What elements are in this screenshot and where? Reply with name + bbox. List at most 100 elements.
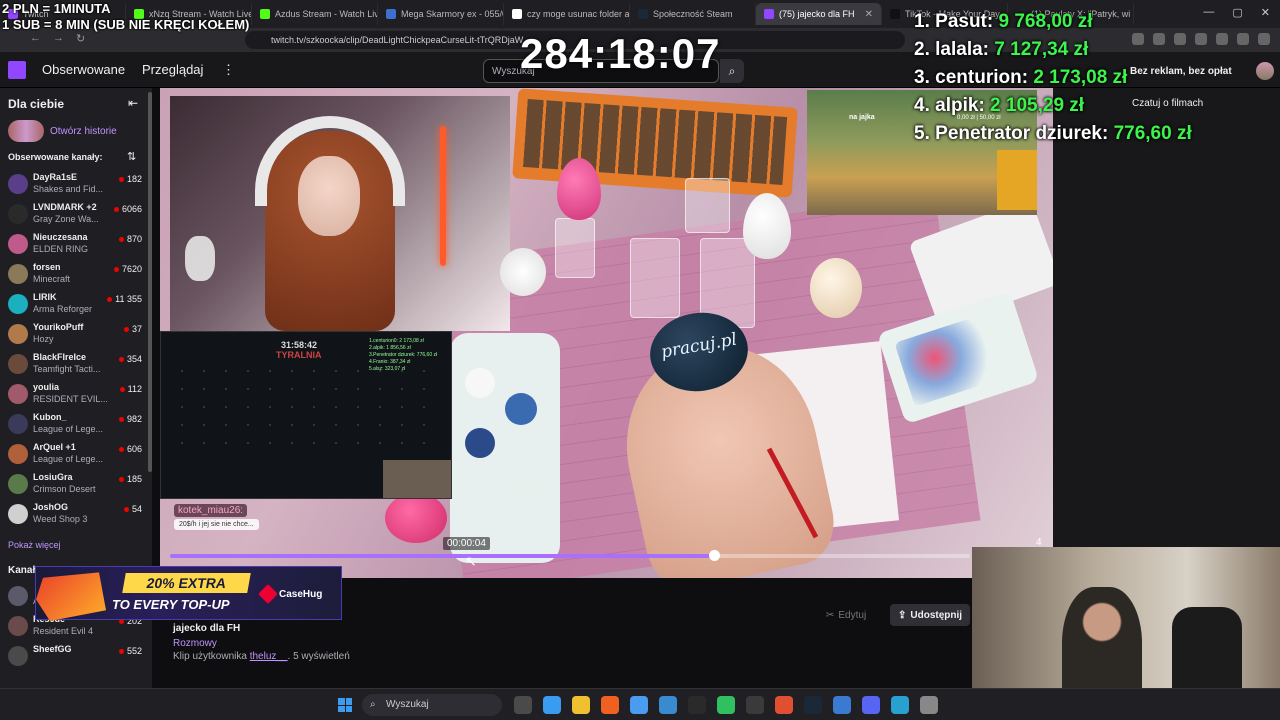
twitch-logo-icon[interactable]: [8, 61, 26, 79]
nav-browse[interactable]: Przeglądaj: [142, 62, 203, 77]
extension-icon[interactable]: [1237, 33, 1249, 45]
paint-well: [465, 428, 495, 458]
video-player[interactable]: pracuj.pl 31:58:42 TYRALNIA 1.centurion0…: [160, 88, 1053, 578]
pink-egg-small: [385, 493, 447, 543]
channel-game: Hozy: [33, 334, 54, 344]
minigame-train: [997, 150, 1037, 210]
chat-message: 20$/h i jej sie nie chce...: [174, 519, 259, 530]
taskbar-app-icon[interactable]: [717, 696, 735, 714]
edit-button[interactable]: ✂ Edytuj: [818, 604, 874, 626]
extension-icon[interactable]: [1216, 33, 1228, 45]
channel-game: ELDEN RING: [33, 244, 89, 254]
clip-views: . 5 wyświetleń: [287, 651, 350, 662]
progress-bar[interactable]: [170, 550, 970, 561]
leaderboard-name: Pasut:: [935, 11, 994, 32]
sidebar-channel[interactable]: BlackFIreIce Teamfight Tacti... 354: [8, 350, 148, 378]
maximize-icon[interactable]: ▢: [1232, 6, 1242, 19]
browser-tab[interactable]: Społeczność Steam: [630, 3, 756, 25]
collapse-icon[interactable]: ⇤: [128, 96, 138, 110]
channel-game: Gray Zone Wa...: [33, 214, 99, 224]
windows-start-icon[interactable]: [338, 698, 352, 712]
taskbar-app-icon[interactable]: [659, 696, 677, 714]
channel-game: Crimson Desert: [33, 484, 96, 494]
taskbar-app-icon[interactable]: [630, 696, 648, 714]
sidebar-channel[interactable]: DayRa1sE Shakes and Fid... 182: [8, 170, 148, 198]
scissors-icon: ✂: [826, 609, 835, 621]
sidebar-channel[interactable]: ArQuel +1 League of Lege... 606: [8, 440, 148, 468]
back-icon[interactable]: ←: [30, 32, 41, 45]
taskbar-app-icon[interactable]: [688, 696, 706, 714]
sidebar-channel[interactable]: LVNDMARK +2 Gray Zone Wa... 6066: [8, 200, 148, 228]
taskbar-app-icon[interactable]: [862, 696, 880, 714]
windows-taskbar: ⌕ Wyszukaj: [0, 688, 1280, 720]
close-tab-icon[interactable]: ✕: [865, 9, 873, 20]
ad-banner[interactable]: 20% EXTRA TO EVERY TOP-UP CaseHug: [35, 566, 342, 621]
clip-category[interactable]: Rozmowy: [173, 638, 217, 649]
taskbar-search[interactable]: ⌕ Wyszukaj: [362, 694, 502, 716]
extension-icon[interactable]: [1195, 33, 1207, 45]
leaderboard-row: 1. Pasut: 9 768,00 zł: [914, 8, 1192, 36]
sidebar-channel[interactable]: SheefGG 552: [8, 642, 148, 670]
taskbar-app-icon[interactable]: [804, 696, 822, 714]
taskbar-app-icon[interactable]: [514, 696, 532, 714]
channel-game: Arma Reforger: [33, 304, 93, 314]
taskbar-app-icon[interactable]: [746, 696, 764, 714]
viewer-count: 552: [119, 646, 142, 656]
game-overlay: 31:58:42 TYRALNIA 1.centurion0: 2 173,08…: [160, 331, 452, 499]
leaderboard-name: Penetrator dziurek:: [935, 123, 1109, 144]
leaderboard-rank: 4.: [914, 95, 930, 116]
show-more-link[interactable]: Pokaż więcej: [8, 540, 61, 550]
sidebar-channel[interactable]: Nieuczesana ELDEN RING 870: [8, 230, 148, 258]
sidebar-channel[interactable]: JoshOG Weed Shop 3 54: [8, 500, 148, 528]
sidebar-channel[interactable]: youlia RESIDENT EVIL... 112: [8, 380, 148, 408]
glass: [555, 218, 595, 278]
share-button[interactable]: ⇪ Udostępnij: [890, 604, 971, 626]
taskbar-app-icon[interactable]: [891, 696, 909, 714]
viewer-count: 182: [119, 174, 142, 184]
taskbar-app-icon[interactable]: [572, 696, 590, 714]
user-avatar[interactable]: [1256, 62, 1274, 80]
paint-well: [505, 393, 537, 425]
taskbar-app-icon[interactable]: [833, 696, 851, 714]
sort-icon[interactable]: ⇅: [127, 150, 136, 163]
channel-name: BlackFIreIce: [33, 352, 87, 362]
leaderboard-rank: 1.: [914, 11, 930, 32]
browser-tab[interactable]: Azdus Stream - Watch Live: [252, 3, 378, 25]
channel-game: Shakes and Fid...: [33, 184, 104, 194]
taskbar-app-icon[interactable]: [601, 696, 619, 714]
channel-avatar: [8, 324, 28, 344]
channel-game: Minecraft: [33, 274, 71, 284]
sidebar-channel[interactable]: Kubon_ League of Lege... 982: [8, 410, 148, 438]
close-icon[interactable]: ✕: [1261, 6, 1270, 19]
leaderboard-name: alpik:: [935, 95, 985, 116]
taskbar-app-icon[interactable]: [920, 696, 938, 714]
channel-name: Nieuczesana: [33, 232, 88, 242]
tab-favicon-icon: [386, 9, 396, 19]
taskbar-app-icon[interactable]: [775, 696, 793, 714]
search-icon[interactable]: ⌕: [720, 59, 744, 83]
browser-tab[interactable]: czy moge usunac folder a: [504, 3, 630, 25]
sidebar-channel[interactable]: forsen Minecraft 7620: [8, 260, 148, 288]
viewer-count: 185: [119, 474, 142, 484]
taskbar-app-icon[interactable]: [543, 696, 561, 714]
open-history-link[interactable]: Otwórz historie: [8, 120, 117, 142]
minimize-icon[interactable]: —: [1203, 6, 1214, 19]
sidebar-channel[interactable]: YourikoPuff Hozy 37: [8, 320, 148, 348]
channel-name: LVNDMARK +2: [33, 202, 97, 212]
nav-followed[interactable]: Obserwowane: [42, 62, 125, 77]
headphones: [255, 116, 405, 206]
browser-tab[interactable]: (75) jajecko dla FH ✕: [756, 3, 882, 25]
more-icon[interactable]: ⋮: [222, 62, 235, 78]
clip-author-link[interactable]: theluz__: [250, 651, 288, 662]
browser-tab[interactable]: Mega Skarmory ex - 055/0: [378, 3, 504, 25]
casehug-logo-icon: [258, 584, 278, 604]
sidebar-channel[interactable]: LIRIK Arma Reforger 11 355: [8, 290, 148, 318]
forward-icon[interactable]: →: [53, 32, 64, 45]
tab-favicon-icon: [890, 9, 900, 19]
progress-knob[interactable]: [709, 550, 720, 561]
reload-icon[interactable]: ↻: [76, 32, 85, 45]
sidebar-channel[interactable]: LosiuGra Crimson Desert 185: [8, 470, 148, 498]
sidebar-scrollbar[interactable]: [148, 92, 152, 472]
menu-icon[interactable]: [1258, 33, 1270, 45]
tab-label: Społeczność Steam: [653, 9, 733, 19]
